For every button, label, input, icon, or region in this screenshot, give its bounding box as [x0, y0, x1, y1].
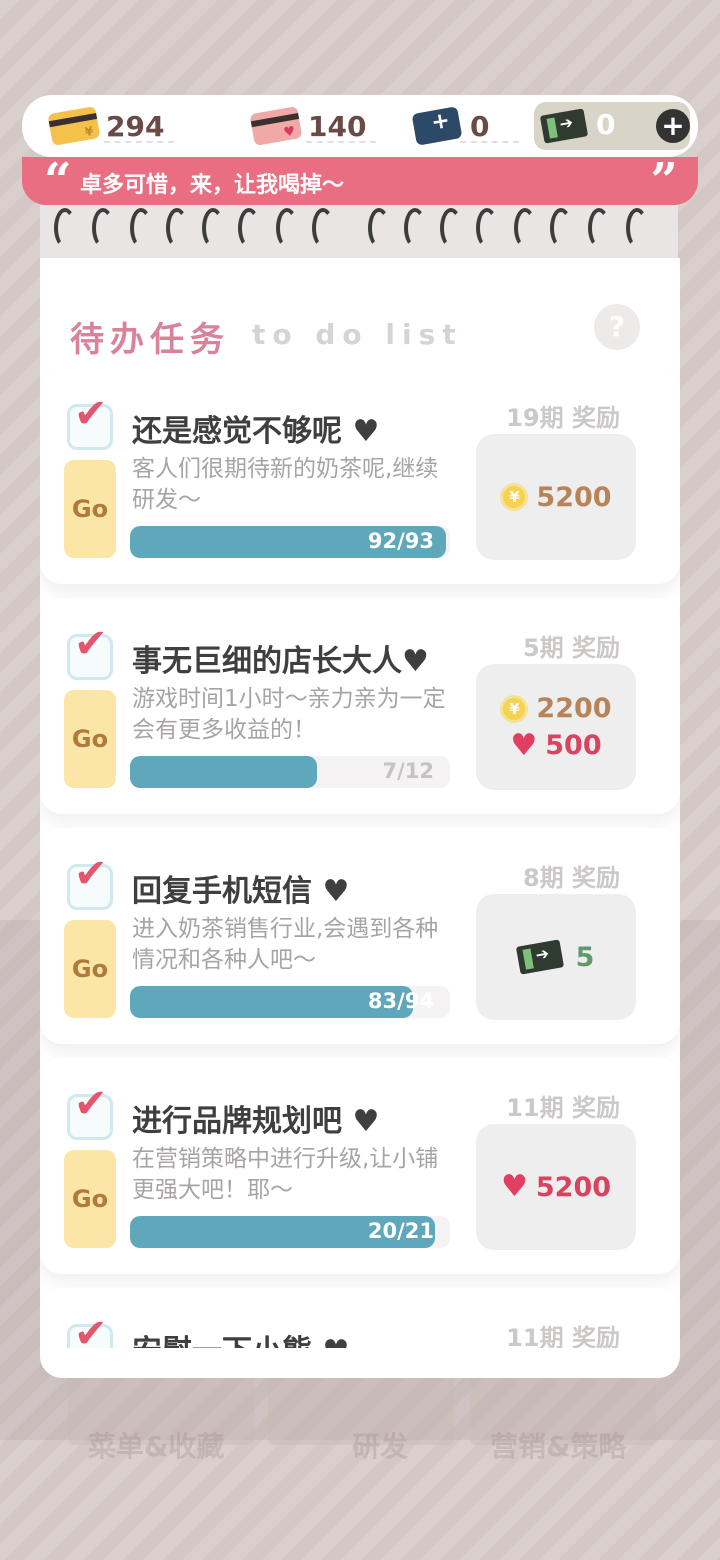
reward-box: ¥ 2200 ♥ 500: [476, 664, 636, 790]
ticket-count: 0: [596, 108, 616, 141]
go-button[interactable]: Go: [64, 690, 116, 788]
go-button[interactable]: Go: [64, 920, 116, 1018]
task-title: 进行品牌规划吧 ♥: [132, 1104, 380, 1139]
open-quote-icon: “: [44, 153, 72, 209]
reward-label: 11期 奖励: [506, 1324, 620, 1348]
gold-card-icon: [47, 106, 101, 146]
checkbox-icon: ✔: [67, 1081, 113, 1140]
currency-bar: 294 140 0 0 +: [22, 95, 698, 157]
reward-amount: 5: [575, 941, 595, 973]
notebook-rings: [40, 205, 678, 260]
reward-amount: 5200: [536, 481, 612, 513]
reward-amount: 2200: [536, 693, 612, 724]
task-card: ✔ Go 事无巨细的店长大人♥ 游戏时间1小时～亲力亲为一定会有更多收益的！ 7…: [40, 598, 680, 814]
task-title: 回复手机短信 ♥: [132, 874, 350, 909]
heart-icon: ♥: [500, 1169, 528, 1204]
tab-menu-collection[interactable]: 菜单&收藏: [88, 1425, 224, 1465]
reward-label: 5期 奖励: [522, 634, 620, 662]
heart-card-icon: [249, 106, 303, 146]
heart-card-counter: 140: [249, 103, 377, 149]
reward-box: ♥ 5200: [476, 1124, 636, 1250]
blue-card-counter: 0: [411, 103, 520, 149]
task-list[interactable]: ✔ Go 还是感觉不够呢 ♥ 客人们很期待新的奶茶呢,继续研发～ 92/93 1…: [40, 368, 680, 1348]
blue-card-icon: [411, 106, 464, 146]
close-quote-icon: ”: [650, 153, 678, 209]
help-button[interactable]: ?: [594, 304, 640, 350]
todo-panel: 待办任务 to do list ? ✔ Go 还是感觉不够呢 ♥ 客人们很期待新…: [40, 258, 680, 1378]
task-title: 安慰一下小熊 ♥: [132, 1326, 349, 1348]
task-title: 还是感觉不够呢 ♥: [132, 414, 380, 449]
quote-text: 卓多可惜，来，让我喝掉～: [80, 173, 345, 198]
panel-title: 待办任务: [70, 320, 230, 360]
ticket-icon: [539, 108, 589, 144]
checkbox-icon: ✔: [67, 621, 113, 680]
task-progress-text: 20/21: [367, 1219, 434, 1243]
task-title: 事无巨细的店长大人♥: [132, 644, 429, 679]
plus-icon[interactable]: +: [656, 109, 690, 143]
task-description: 客人们很期待新的奶茶呢,继续研发～: [132, 456, 439, 513]
reward-label: 8期 奖励: [522, 864, 620, 892]
heart-icon: ♥: [510, 727, 538, 763]
task-card: ✔ Go 回复手机短信 ♥ 进入奶茶销售行业,会遇到各种情况和各种人吧～ 83/…: [40, 828, 680, 1044]
go-button[interactable]: Go: [64, 1150, 116, 1248]
coin-icon: ¥: [500, 694, 529, 723]
checkbox-icon: ✔: [67, 1311, 113, 1348]
ticket-counter: 0 +: [534, 102, 690, 150]
task-card: ✔ Go 还是感觉不够呢 ♥ 客人们很期待新的奶茶呢,继续研发～ 92/93 1…: [40, 368, 680, 584]
reward-amount: 5200: [535, 1171, 612, 1203]
heart-card-count: 140: [308, 109, 367, 143]
reward-label: 19期 奖励: [506, 404, 620, 432]
task-card: ✔ Go 进行品牌规划吧 ♥ 在营销策略中进行升级,让小铺更强大吧！耶～ 20/…: [40, 1058, 680, 1274]
task-progress-text: 92/93: [367, 529, 434, 553]
coin-icon: ¥: [500, 483, 529, 511]
reward-amount: 500: [545, 730, 602, 761]
ticket-icon: [515, 939, 564, 975]
reward-box: 5: [476, 894, 636, 1020]
quote-banner: “ 卓多可惜，来，让我喝掉～ ”: [22, 153, 698, 209]
task-progress-text: 83/94: [367, 989, 434, 1013]
reward-box: ¥ 5200: [476, 434, 636, 560]
gold-card-count: 294: [106, 109, 165, 143]
checkbox-icon: ✔: [67, 851, 113, 910]
checkbox-icon: ✔: [67, 391, 113, 450]
task-description: 在营销策略中进行升级,让小铺更强大吧！耶～: [132, 1146, 439, 1203]
panel-subtitle: to do list: [252, 318, 463, 351]
reward-label: 11期 奖励: [506, 1094, 620, 1122]
tab-marketing-strategy[interactable]: 营销&策略: [490, 1425, 626, 1465]
task-progress-bar: 92/93: [130, 526, 450, 558]
task-description: 进入奶茶销售行业,会遇到各种情况和各种人吧～: [132, 916, 439, 973]
task-progress-text: 7/12: [382, 759, 434, 783]
go-button[interactable]: Go: [64, 460, 116, 558]
tab-research[interactable]: 研发: [352, 1425, 408, 1465]
task-progress-bar: 83/94: [130, 986, 450, 1018]
task-progress-bar: 7/12: [130, 756, 450, 788]
task-card: ✔ 安慰一下小熊 ♥ 11期 奖励: [40, 1288, 680, 1348]
gold-card-counter: 294: [47, 103, 175, 149]
task-description: 游戏时间1小时～亲力亲为一定会有更多收益的！: [132, 686, 446, 743]
blue-card-count: 0: [470, 109, 490, 143]
task-progress-bar: 20/21: [130, 1216, 450, 1248]
